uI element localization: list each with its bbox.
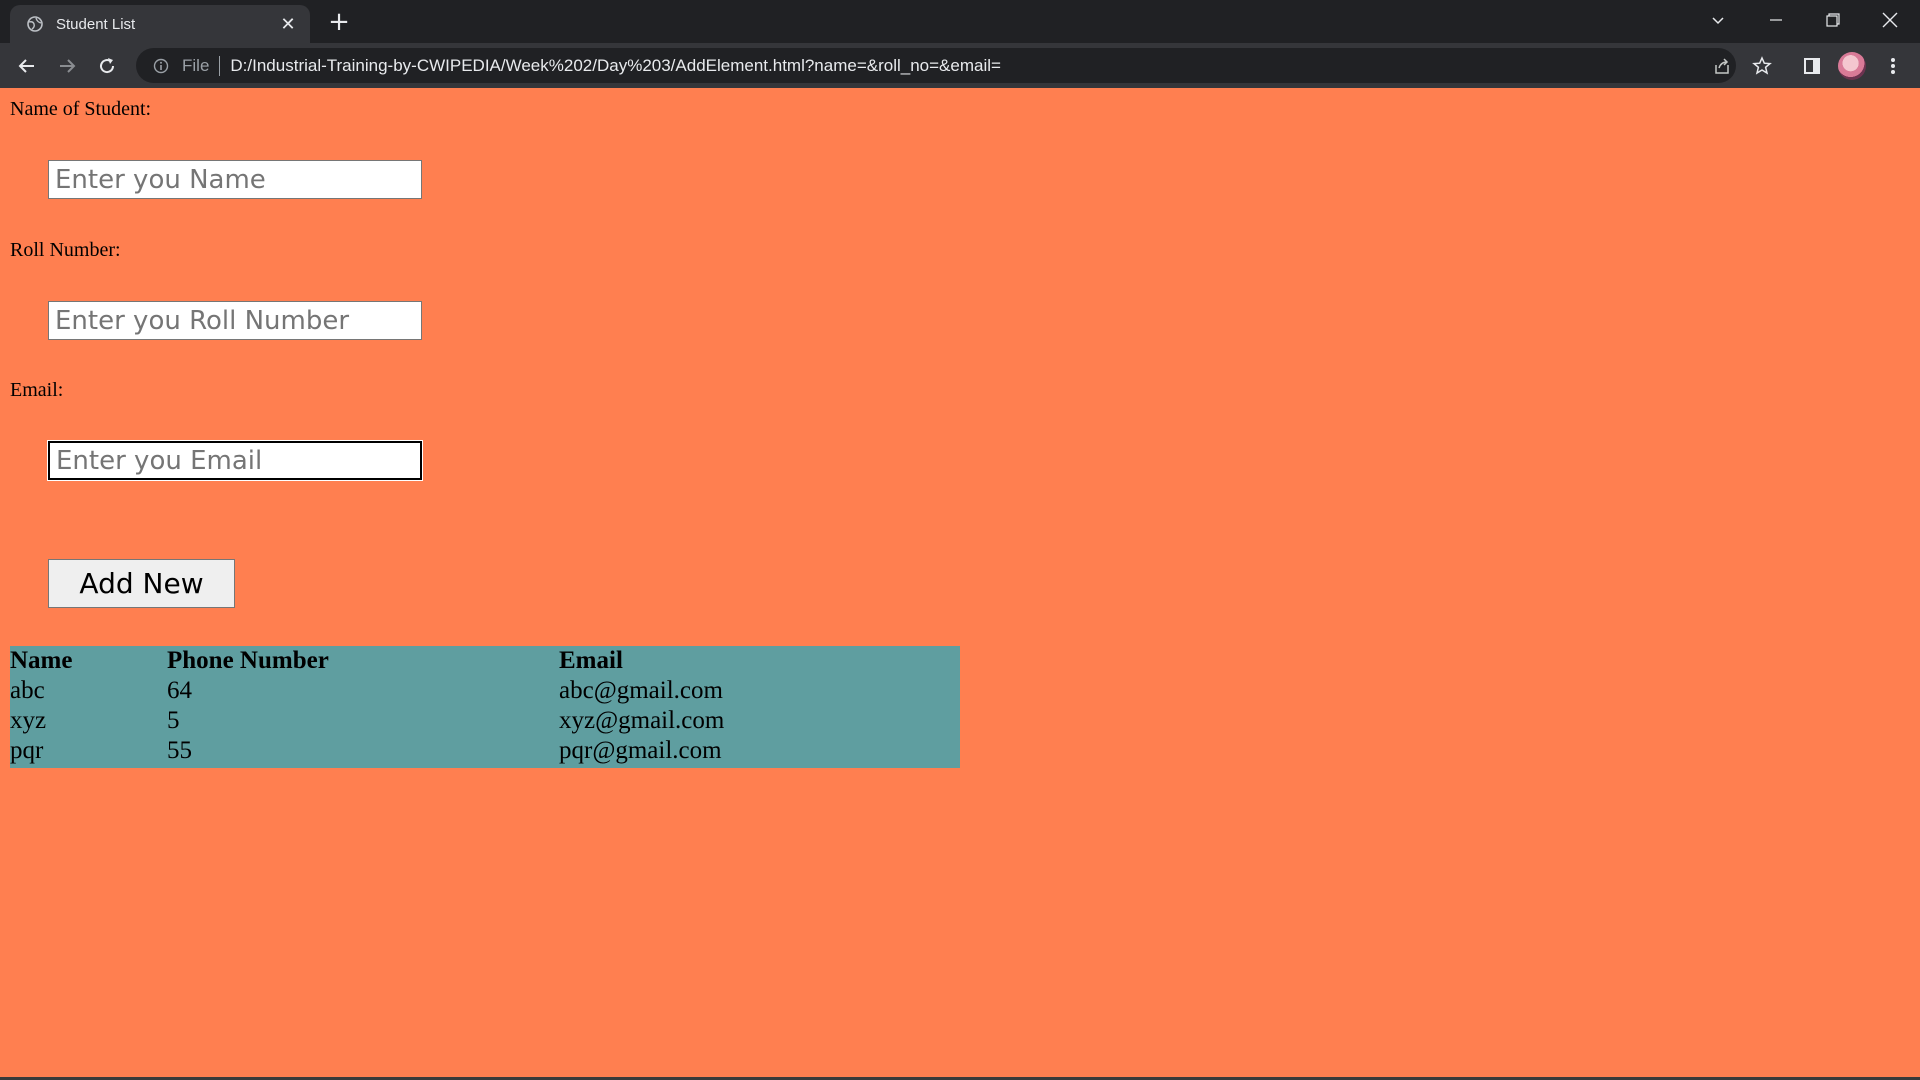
table-row: pqr 55 pqr@gmail.com (10, 736, 960, 766)
close-window-icon[interactable] (1862, 0, 1918, 40)
forward-arrow-icon[interactable] (52, 51, 82, 81)
page-content: Name of Student: Roll Number: Email: Add… (0, 88, 1920, 1077)
table-row: abc 64 abc@gmail.com (10, 676, 960, 706)
header-name: Name (10, 647, 73, 674)
table-row: xyz 5 xyz@gmail.com (10, 706, 960, 736)
cell-email: xyz@gmail.com (559, 707, 725, 734)
add-new-button[interactable]: Add New (48, 559, 235, 608)
separator (219, 55, 221, 76)
tab-title: Student List (56, 15, 136, 33)
cell-name: pqr (10, 737, 44, 764)
roll-number-input[interactable] (48, 301, 422, 340)
email-input[interactable] (47, 440, 423, 481)
email-label: Email: (10, 379, 64, 401)
browser-toolbar: File D:/Industrial-Training-by-CWIPEDIA/… (0, 43, 1920, 88)
url-text[interactable]: D:/Industrial-Training-by-CWIPEDIA/Week%… (230, 56, 1001, 76)
tab-close-icon[interactable]: ✕ (274, 10, 302, 38)
table-header-row: Name Phone Number Email (10, 646, 960, 676)
info-icon[interactable] (152, 57, 170, 75)
cell-phone: 55 (167, 737, 192, 764)
header-email: Email (559, 647, 623, 674)
name-label: Name of Student: (10, 98, 152, 120)
cell-email: pqr@gmail.com (559, 737, 722, 764)
name-input[interactable] (48, 160, 422, 199)
scheme-label: File (182, 55, 210, 75)
cell-phone: 5 (167, 707, 180, 734)
minimize-icon[interactable] (1748, 0, 1804, 40)
restore-icon[interactable] (1805, 0, 1861, 40)
tab-search-icon[interactable] (1690, 0, 1746, 40)
share-icon[interactable] (1707, 51, 1737, 81)
cell-name: abc (10, 677, 45, 704)
menu-kebab-icon[interactable] (1878, 51, 1908, 81)
reload-icon[interactable] (92, 51, 122, 81)
globe-icon (26, 15, 44, 33)
address-bar[interactable]: File D:/Industrial-Training-by-CWIPEDIA/… (136, 48, 1736, 83)
cell-name: xyz (10, 707, 47, 734)
student-table: Name Phone Number Email abc 64 abc@gmail… (10, 646, 960, 768)
bookmark-star-icon[interactable] (1747, 51, 1777, 81)
side-panel-icon[interactable] (1797, 51, 1827, 81)
browser-tab-bar: Student List ✕ + (0, 0, 1920, 43)
roll-number-label: Roll Number: (10, 239, 121, 261)
browser-tab[interactable]: Student List ✕ (10, 5, 310, 43)
back-arrow-icon[interactable] (12, 51, 42, 81)
profile-avatar[interactable] (1838, 52, 1866, 80)
new-tab-button[interactable]: + (325, 7, 353, 37)
cell-email: abc@gmail.com (559, 677, 723, 704)
header-phone-number: Phone Number (167, 647, 329, 674)
cell-phone: 64 (167, 677, 192, 704)
